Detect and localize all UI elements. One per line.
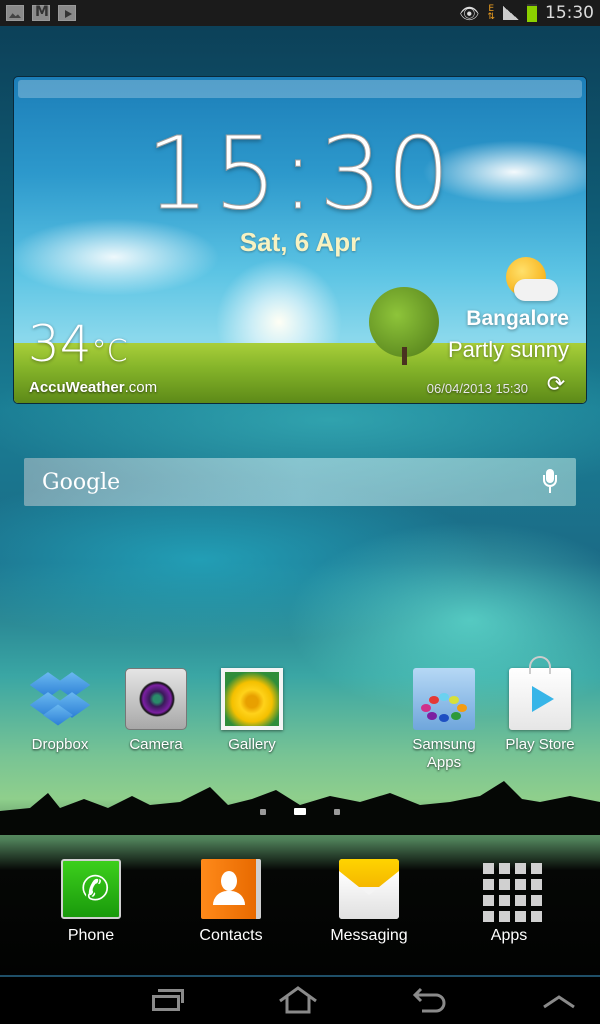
dock-label: Contacts <box>199 927 263 944</box>
app-label: Play Store <box>505 736 575 753</box>
page-dot-active[interactable] <box>294 808 306 815</box>
cloud-shape <box>514 279 558 301</box>
refresh-icon[interactable]: ⟳ <box>543 372 569 398</box>
app-label: Samsung Apps <box>412 736 476 771</box>
apps-grid-icon <box>479 859 542 922</box>
data-type-label: E <box>488 4 495 14</box>
city-name: Bangalore <box>466 307 569 330</box>
weather-clock-widget[interactable]: 15:30 Sat, 6 Apr 34°C AccuWeather.com Ba… <box>13 76 587 404</box>
status-time: 15:30 <box>545 3 594 23</box>
signal-icon <box>503 6 519 20</box>
gmail-notification-icon <box>32 4 50 21</box>
battery-icon <box>527 4 537 22</box>
dock: ✆ Phone Contacts Messaging Apps <box>0 855 600 955</box>
dock-apps[interactable]: Apps <box>454 859 564 945</box>
status-bar[interactable]: 👁 E⇅ 15:30 <box>0 0 600 26</box>
camera-icon <box>125 668 187 730</box>
samsung-apps-icon <box>413 668 475 730</box>
dock-messaging[interactable]: Messaging <box>314 859 424 945</box>
temperature: 34°C <box>28 315 128 373</box>
play-store-icon <box>509 656 571 730</box>
edge-data-icon: E ⇅ <box>487 4 495 22</box>
treeline-wallpaper <box>0 781 600 835</box>
last-updated: 06/04/2013 15:30 <box>426 381 528 396</box>
microphone-icon[interactable] <box>542 469 558 495</box>
dock-contacts[interactable]: Contacts <box>176 859 286 945</box>
messaging-icon <box>339 859 399 919</box>
app-samsung-apps[interactable]: Samsung Apps <box>396 668 492 772</box>
notification-icons <box>6 4 76 21</box>
provider-name: AccuWeather <box>29 379 125 396</box>
widget-date: Sat, 6 Apr <box>239 227 361 257</box>
accuweather-link[interactable]: AccuWeather.com <box>29 379 157 396</box>
gallery-icon <box>221 668 283 730</box>
gallery-notification-icon <box>6 5 24 21</box>
recent-apps-icon[interactable] <box>150 985 190 1015</box>
temperature-value: 34 <box>28 315 92 373</box>
weather-condition: Partly sunny <box>447 337 569 362</box>
app-dropbox[interactable]: Dropbox <box>12 668 108 754</box>
partly-sunny-icon <box>502 257 558 305</box>
page-dot[interactable] <box>334 808 340 815</box>
contacts-icon <box>201 859 261 919</box>
widget-clock[interactable]: 15:30 <box>14 115 586 233</box>
dock-label: Apps <box>490 927 528 944</box>
google-search-bar[interactable]: Google <box>24 458 576 506</box>
home-icon[interactable] <box>278 985 318 1015</box>
temperature-unit: °C <box>91 334 128 369</box>
smart-stay-eye-icon: 👁 <box>459 3 480 23</box>
page-indicator[interactable] <box>0 808 600 815</box>
widget-top-bar <box>18 80 582 98</box>
dropbox-icon <box>29 668 91 730</box>
dock-phone[interactable]: ✆ Phone <box>36 859 146 945</box>
up-arrow-icon[interactable] <box>540 985 580 1015</box>
system-icons: 👁 E ⇅ 15:30 <box>459 3 594 23</box>
app-label: Dropbox <box>31 736 89 753</box>
provider-suffix: .com <box>124 379 158 396</box>
dock-label: Messaging <box>330 927 408 944</box>
app-label: Camera <box>129 736 183 753</box>
page-dot[interactable] <box>260 808 266 815</box>
app-camera[interactable]: Camera <box>108 668 204 754</box>
back-icon[interactable] <box>410 985 450 1015</box>
dock-label: Phone <box>67 927 115 944</box>
tree-trunk <box>402 347 407 365</box>
app-label: Gallery <box>228 736 276 753</box>
play-store-notification-icon <box>58 5 76 21</box>
navigation-bar <box>0 977 600 1024</box>
app-play-store[interactable]: Play Store <box>492 656 588 754</box>
app-gallery[interactable]: Gallery <box>204 668 300 754</box>
google-logo[interactable]: Google <box>42 470 120 495</box>
phone-icon: ✆ <box>61 859 121 919</box>
